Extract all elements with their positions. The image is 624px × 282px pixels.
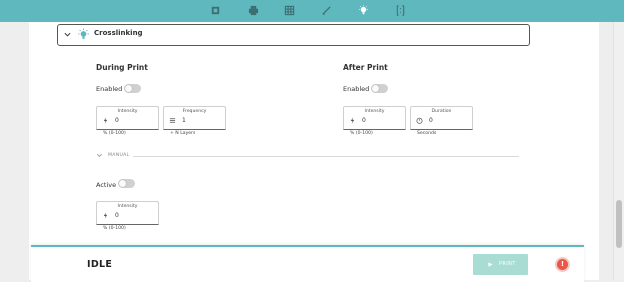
after-print-heading: After Print [343,63,388,72]
top-toolbar [0,0,624,22]
bulb-icon [78,28,89,39]
manual-intensity-field[interactable]: Intensity 0 [96,201,159,225]
brush-icon[interactable] [320,4,333,17]
during-print-intensity-field[interactable]: Intensity 0 [96,106,159,130]
print-button-label: PRINT [499,261,516,267]
field-label: Duration [431,109,452,114]
bolt-icon [103,117,108,124]
field-value: 0 [115,117,119,124]
field-value: 0 [429,117,433,124]
settings-panel [29,22,599,280]
grid-icon[interactable] [283,4,296,17]
play-icon [488,262,493,267]
crosslinking-section-header[interactable]: Crosslinking [57,24,530,46]
manual-active-label: Active [96,181,117,189]
field-value: 1 [182,117,186,124]
manual-active-toggle[interactable] [118,179,135,188]
bolt-icon [103,212,108,219]
field-label: Intensity [117,204,138,209]
during-print-enabled-label: Enabled [96,85,123,93]
field-label: Frequency [182,109,207,114]
after-print-enabled-toggle[interactable] [371,84,388,93]
chevron-down-icon [64,32,71,37]
menu-icon [169,118,176,123]
manual-divider [133,156,519,157]
timer-icon [416,117,423,124]
section-title: Crosslinking [94,29,143,37]
alert-icon[interactable]: ! [557,259,568,270]
during-print-heading: During Print [96,63,148,72]
alert-mark: ! [560,260,565,268]
braces-icon[interactable] [394,4,407,17]
scrollbar-thumb[interactable] [616,200,622,248]
during-print-intensity-hint: % (0-100) [103,131,126,136]
after-print-duration-hint: Seconds [417,131,437,136]
field-value: 0 [115,212,119,219]
field-label: Intensity [364,109,385,114]
layers-icon[interactable] [209,4,222,17]
status-bar: IDLE PRINT ! [31,245,584,282]
print-button[interactable]: PRINT [473,254,528,275]
during-print-enabled-toggle[interactable] [124,84,141,93]
manual-intensity-hint: % (0-100) [103,226,126,231]
bulb-icon[interactable] [357,4,370,17]
field-label: Intensity [117,109,138,114]
manual-chevron-icon[interactable] [96,152,103,159]
printer-status: IDLE [87,259,113,270]
bolt-icon [350,117,355,124]
after-print-intensity-field[interactable]: Intensity 0 [343,106,406,130]
after-print-enabled-label: Enabled [343,85,370,93]
during-print-frequency-hint: + N Layers [170,131,196,136]
during-print-frequency-field[interactable]: Frequency 1 [163,106,226,130]
after-print-intensity-hint: % (0-100) [350,131,373,136]
after-print-duration-field[interactable]: Duration 0 [410,106,473,130]
field-value: 0 [362,117,366,124]
printer-icon[interactable] [247,4,260,17]
page-scrollbar[interactable] [613,22,624,280]
manual-label[interactable]: MANUAL [108,153,129,158]
